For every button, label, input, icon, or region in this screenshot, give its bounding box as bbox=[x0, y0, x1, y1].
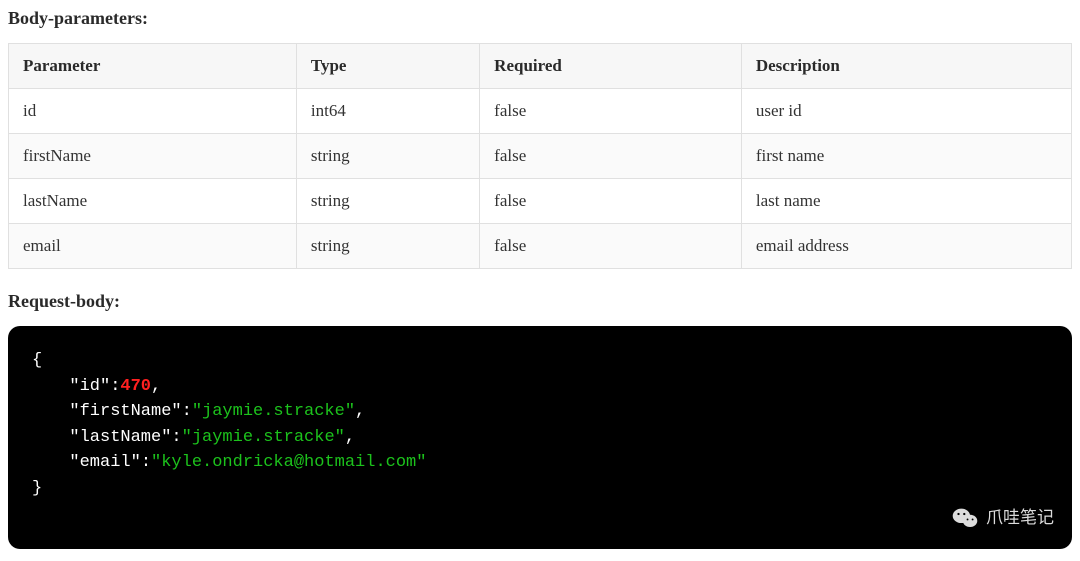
col-header-description: Description bbox=[741, 44, 1071, 89]
cell-parameter: lastName bbox=[9, 179, 297, 224]
cell-type: string bbox=[296, 134, 479, 179]
wechat-icon bbox=[952, 505, 978, 531]
cell-parameter: id bbox=[9, 89, 297, 134]
json-value-lastname: "jaymie.stracke" bbox=[182, 428, 345, 447]
json-value-firstname: "jaymie.stracke" bbox=[192, 402, 355, 421]
cell-type: int64 bbox=[296, 89, 479, 134]
body-parameters-heading: Body-parameters: bbox=[8, 8, 1072, 29]
cell-type: string bbox=[296, 224, 479, 269]
cell-description: user id bbox=[741, 89, 1071, 134]
request-body-heading: Request-body: bbox=[8, 291, 1072, 312]
col-header-required: Required bbox=[480, 44, 742, 89]
json-value-email: "kyle.ondricka@hotmail.com" bbox=[151, 453, 426, 472]
json-key-id: "id" bbox=[69, 377, 110, 396]
cell-required: false bbox=[480, 179, 742, 224]
cell-description: first name bbox=[741, 134, 1071, 179]
cell-required: false bbox=[480, 89, 742, 134]
json-key-firstname: "firstName" bbox=[69, 402, 181, 421]
json-key-lastname: "lastName" bbox=[69, 428, 171, 447]
table-row: lastName string false last name bbox=[9, 179, 1072, 224]
json-value-id: 470 bbox=[120, 377, 151, 396]
cell-parameter: firstName bbox=[9, 134, 297, 179]
table-header-row: Parameter Type Required Description bbox=[9, 44, 1072, 89]
cell-parameter: email bbox=[9, 224, 297, 269]
watermark-text: 爪哇笔记 bbox=[986, 505, 1054, 531]
cell-description: email address bbox=[741, 224, 1071, 269]
cell-type: string bbox=[296, 179, 479, 224]
table-row: firstName string false first name bbox=[9, 134, 1072, 179]
cell-required: false bbox=[480, 134, 742, 179]
table-row: id int64 false user id bbox=[9, 89, 1072, 134]
watermark: 爪哇笔记 bbox=[952, 505, 1054, 531]
cell-description: last name bbox=[741, 179, 1071, 224]
table-row: email string false email address bbox=[9, 224, 1072, 269]
cell-required: false bbox=[480, 224, 742, 269]
col-header-type: Type bbox=[296, 44, 479, 89]
col-header-parameter: Parameter bbox=[9, 44, 297, 89]
json-key-email: "email" bbox=[69, 453, 140, 472]
request-body-code: { "id":470, "firstName":"jaymie.stracke"… bbox=[8, 326, 1072, 549]
parameters-table: Parameter Type Required Description id i… bbox=[8, 43, 1072, 269]
